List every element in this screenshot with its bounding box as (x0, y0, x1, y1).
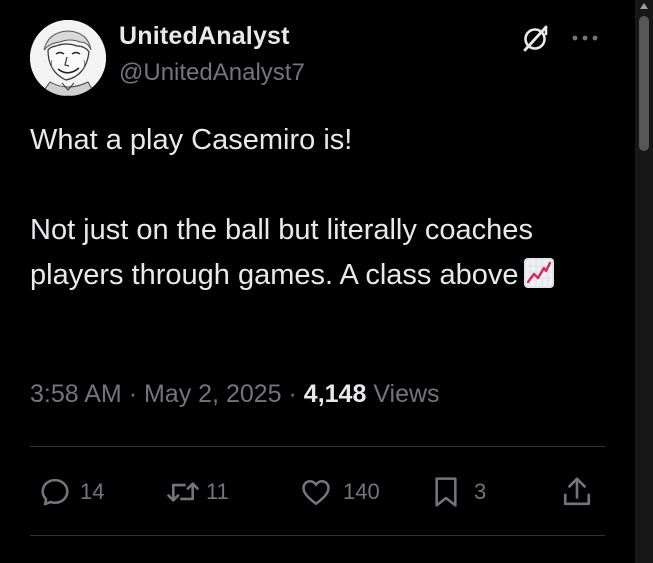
heart-icon (302, 479, 330, 506)
share-button[interactable] (560, 470, 594, 514)
action-bar: 14 11 140 3 (0, 470, 635, 514)
tweet-line-2-text: Not just on the ball but literally coach… (30, 214, 533, 291)
divider-top (30, 446, 605, 447)
like-count: 140 (343, 479, 380, 504)
tweet-time[interactable]: 3:58 AM (30, 380, 122, 408)
bookmark-count: 3 (474, 479, 487, 504)
scroll-up-arrow-icon[interactable] (640, 3, 648, 9)
tweet-line-2: Not just on the ball but literally coach… (30, 208, 610, 298)
chart-increasing-emoji-icon (524, 258, 555, 288)
repost-count: 11 (206, 479, 229, 504)
author-avatar[interactable] (30, 20, 106, 96)
like-button[interactable]: 140 (298, 470, 380, 514)
author-handle[interactable]: @UnitedAnalyst7 (119, 59, 305, 87)
divider-bottom (30, 535, 605, 536)
repost-icon (167, 482, 199, 502)
reply-icon (41, 478, 69, 506)
more-icon[interactable] (568, 24, 602, 52)
views-count[interactable]: 4,148 (304, 380, 367, 408)
bookmark-icon (435, 477, 457, 507)
scrollbar[interactable] (635, 0, 653, 563)
reply-button[interactable]: 14 (38, 470, 104, 514)
grok-icon[interactable] (520, 22, 552, 54)
avatar-portrait-icon (30, 20, 106, 96)
meta-separator: · (288, 380, 297, 408)
repost-button[interactable]: 11 (165, 470, 229, 514)
scroll-thumb[interactable] (639, 16, 649, 151)
tweet-meta: 3:58 AM · May 2, 2025 · 4,148 Views (30, 380, 440, 409)
meta-separator: · (128, 380, 138, 408)
tweet-text: What a play Casemiro is! Not just on the… (30, 118, 610, 298)
bookmark-button[interactable]: 3 (430, 470, 486, 514)
tweet-line-1: What a play Casemiro is! (30, 124, 353, 156)
tweet-detail: UnitedAnalyst @UnitedAnalyst7 What a pla… (0, 0, 635, 563)
share-icon (563, 477, 591, 506)
tweet-date[interactable]: May 2, 2025 (144, 380, 282, 408)
reply-count: 14 (80, 479, 105, 504)
author-name[interactable]: UnitedAnalyst (119, 22, 290, 51)
views-label[interactable]: Views (373, 380, 439, 408)
